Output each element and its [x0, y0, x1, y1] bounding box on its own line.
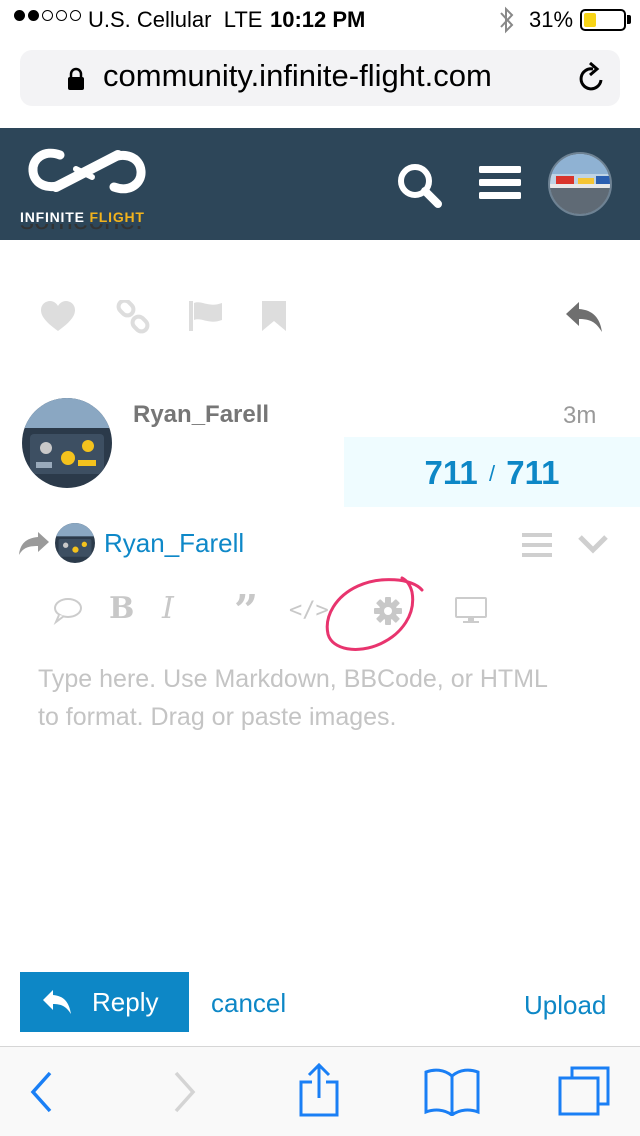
status-time: 10:12 PM	[270, 7, 366, 32]
italic-button[interactable]: I	[162, 591, 174, 626]
post-author-name[interactable]: Ryan_Farell	[133, 401, 269, 429]
emoji-icon[interactable]	[53, 595, 83, 625]
network-label: LTE	[223, 7, 263, 32]
upload-link[interactable]: Upload	[524, 990, 606, 1021]
bookmarks-icon[interactable]	[424, 1066, 480, 1116]
share-icon[interactable]	[298, 1062, 340, 1118]
battery-percent: 31%	[529, 7, 574, 32]
bookmark-icon[interactable]	[260, 300, 288, 332]
reply-button-label: Reply	[92, 986, 159, 1017]
user-avatar[interactable]	[548, 152, 612, 216]
bold-button[interactable]: B	[109, 591, 134, 626]
reply-button[interactable]: Reply	[20, 972, 189, 1032]
infinite-flight-logo-icon[interactable]	[26, 143, 148, 199]
back-icon[interactable]	[28, 1070, 56, 1114]
post-text-fragment: someone.	[20, 224, 220, 240]
quote-button[interactable]: ”	[234, 586, 258, 635]
bluetooth-icon	[500, 6, 514, 34]
reply-textarea[interactable]	[38, 660, 558, 780]
post-author-avatar[interactable]	[22, 398, 112, 488]
link-icon[interactable]	[116, 300, 150, 334]
reply-to-username[interactable]: Ryan_Farell	[104, 528, 244, 559]
search-icon[interactable]	[396, 162, 444, 210]
carrier-label: U.S. Cellular LTE	[88, 7, 263, 32]
reply-to-avatar	[55, 523, 95, 563]
logo-text: INFINITE FLIGHT	[20, 209, 145, 225]
battery-tip	[627, 15, 631, 24]
tabs-icon[interactable]	[558, 1066, 610, 1116]
reload-icon[interactable]	[577, 62, 607, 94]
composer-menu-icon[interactable]	[522, 532, 552, 558]
reply-to-arrow-icon	[19, 532, 49, 555]
flag-icon[interactable]	[188, 300, 224, 332]
forward-icon	[174, 1071, 196, 1113]
annotation-circle-icon	[325, 576, 424, 651]
battery-icon	[580, 9, 626, 31]
menu-icon[interactable]	[479, 165, 521, 201]
reply-icon	[43, 990, 71, 1014]
chevron-down-icon[interactable]	[578, 534, 608, 554]
like-icon[interactable]	[40, 300, 76, 334]
url-text[interactable]: community.infinite-flight.com	[103, 58, 492, 94]
reply-icon[interactable]	[564, 300, 604, 334]
preview-monitor-icon[interactable]	[455, 597, 487, 625]
lock-icon	[68, 67, 84, 90]
signal-strength-icon	[14, 10, 81, 21]
cancel-link[interactable]: cancel	[211, 988, 286, 1019]
battery-level-fill	[584, 13, 596, 27]
post-timestamp[interactable]: 3m	[563, 402, 596, 430]
topic-progress-label[interactable]: 711 / 711	[344, 454, 640, 492]
